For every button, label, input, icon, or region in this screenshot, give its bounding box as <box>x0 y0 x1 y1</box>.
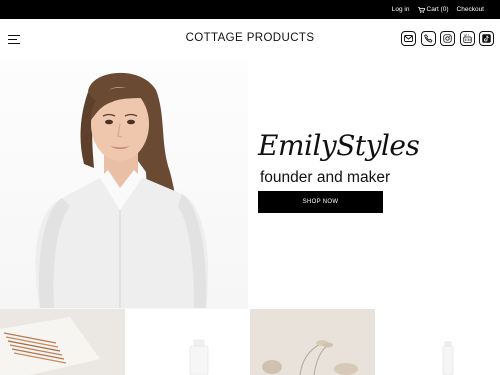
tiktok-icon[interactable] <box>479 31 494 46</box>
signature-heading: EmilyStyles <box>258 129 420 162</box>
cart-icon <box>417 6 425 13</box>
site-brand[interactable]: COTTAGE PRODUCTS <box>186 32 315 44</box>
top-bar: Log in Cart (0) Checkout <box>0 0 500 19</box>
phone-icon[interactable] <box>420 31 436 46</box>
cart-link[interactable]: Cart (0) <box>417 6 449 13</box>
cart-label: Cart (0) <box>426 6 449 13</box>
social-links <box>401 31 494 46</box>
shop-now-button[interactable]: SHOP NOW <box>258 191 383 213</box>
dried-flowers-image[interactable] <box>250 309 375 375</box>
site-header: COTTAGE PRODUCTS <box>0 19 500 60</box>
youtube-icon[interactable] <box>459 31 475 46</box>
mail-icon[interactable] <box>401 31 416 46</box>
hamburger-menu-icon[interactable] <box>8 35 20 44</box>
login-link[interactable]: Log in <box>392 6 410 13</box>
white-bottle-image[interactable] <box>125 309 250 375</box>
instagram-icon[interactable] <box>440 31 455 46</box>
checkout-link[interactable]: Checkout <box>457 6 484 13</box>
founder-portrait <box>0 60 248 309</box>
hero-tagline: founder and maker <box>260 169 391 186</box>
product-tiles <box>0 309 500 375</box>
hero-section: EmilyStyles founder and maker SHOP NOW <box>0 60 500 309</box>
tall-bottle-image[interactable] <box>375 309 500 375</box>
straws-linen-image[interactable] <box>0 309 125 375</box>
account-links: Log in Cart (0) Checkout <box>392 0 484 19</box>
